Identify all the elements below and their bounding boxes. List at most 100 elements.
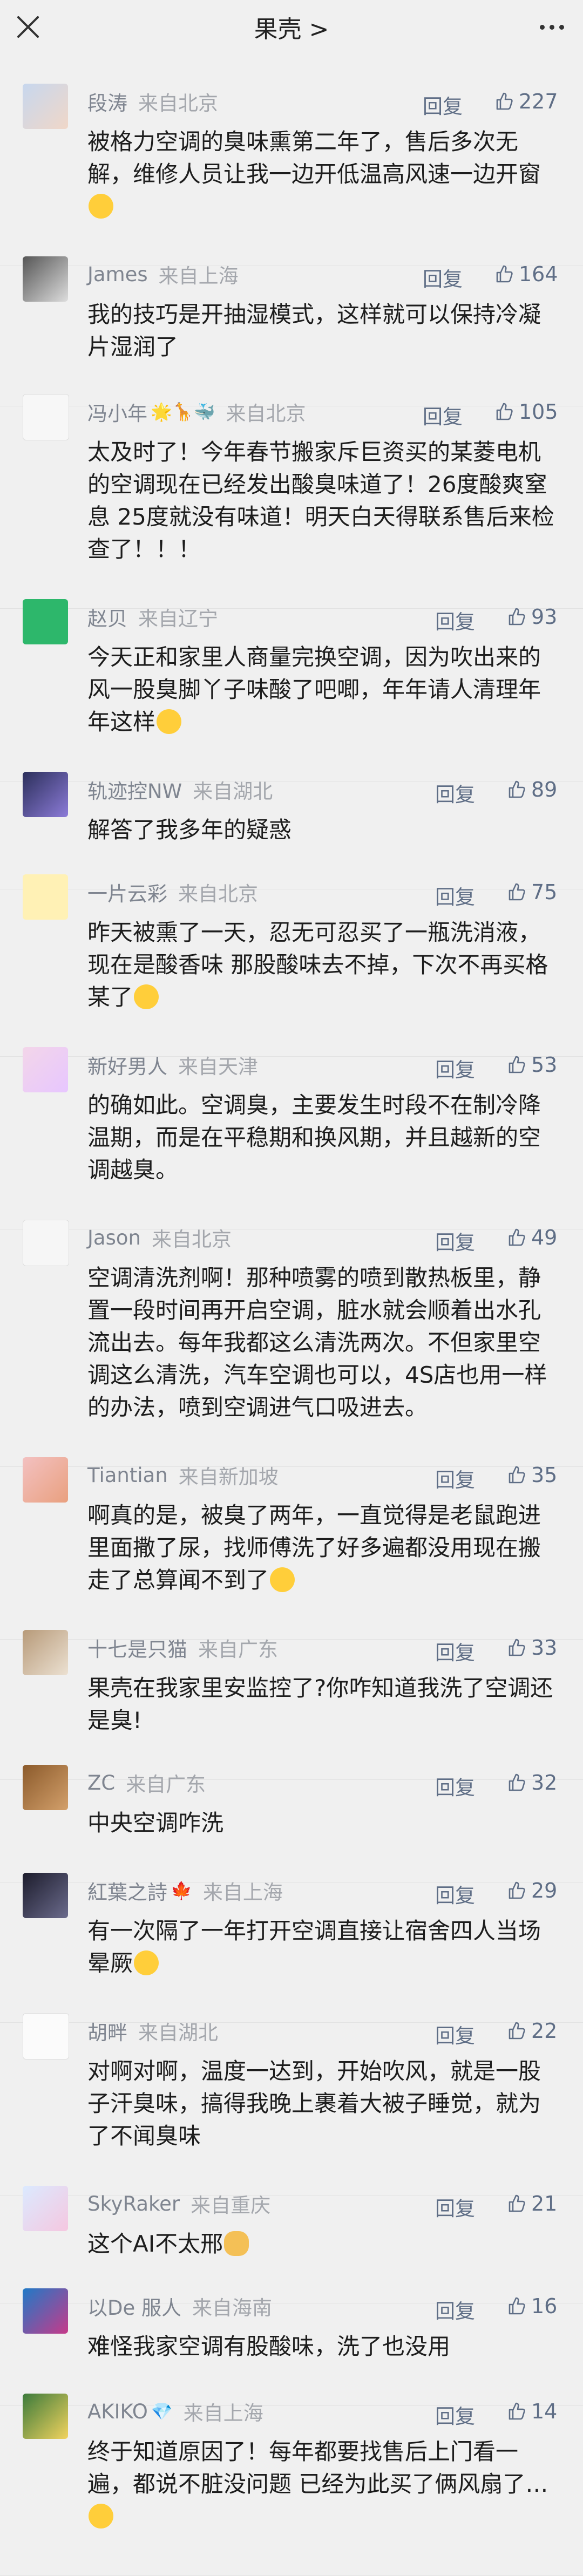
- avatar[interactable]: [23, 84, 68, 129]
- author-name[interactable]: 以De 服人: [87, 2292, 181, 2321]
- comment-meta: 段涛 来自北京: [87, 88, 218, 115]
- author-name[interactable]: AKIKO: [87, 2400, 148, 2423]
- like-button[interactable]: 75: [505, 879, 557, 906]
- like-button[interactable]: 49: [505, 1224, 557, 1251]
- comment-text: 的确如此。空调臭，主要发生时段不在制冷降温期，而是在平稳期和换风期，并且越新的空…: [87, 1089, 560, 1186]
- comment-meta: SkyRaker 来自重庆: [87, 2190, 270, 2218]
- location-label: 来自上海: [202, 1881, 283, 1904]
- reply-button[interactable]: 回复: [435, 2400, 475, 2429]
- reply-button[interactable]: 回复: [423, 263, 463, 292]
- comment-body: 空调清洗剂啊！那种喷雾的喷到散热板里，静置一段时间再开启空调，脏水就会顺着出水孔…: [87, 1265, 547, 1420]
- avatar[interactable]: [23, 2013, 69, 2060]
- avatar[interactable]: [23, 599, 68, 644]
- avatar[interactable]: [23, 1765, 68, 1810]
- reply-button[interactable]: 回复: [435, 1226, 475, 1255]
- like-button[interactable]: 227: [493, 88, 558, 115]
- reply-button[interactable]: 回复: [435, 2020, 475, 2049]
- author-name[interactable]: Jason: [87, 1226, 141, 1249]
- comment-text: 太及时了！今年春节搬家斥巨资买的某菱电机的空调现在已经发出酸臭味道了！26度酸爽…: [87, 436, 560, 566]
- like-button[interactable]: 14: [505, 2398, 557, 2425]
- author-name[interactable]: 赵贝: [87, 602, 127, 631]
- author-name[interactable]: 段涛: [87, 87, 127, 116]
- crying-face-icon: [89, 2504, 113, 2529]
- comment-item: 轨迹控NW 来自湖北 回复 89 解答了我多年的疑惑: [0, 772, 583, 889]
- like-button[interactable]: 105: [493, 398, 558, 425]
- like-icon: [509, 2022, 525, 2040]
- reply-button[interactable]: 回复: [435, 2295, 475, 2324]
- crying-face-icon: [134, 984, 159, 1009]
- like-button[interactable]: 53: [505, 1051, 557, 1078]
- comment-item: 赵贝 来自辽宁 回复 93 今天正和家里人商量完换空调，因为吹出来的风一股臭脚丫子味酸了…: [0, 599, 583, 781]
- like-icon: [509, 608, 525, 626]
- avatar[interactable]: [23, 256, 68, 302]
- avatar[interactable]: [23, 1047, 68, 1092]
- like-button[interactable]: 32: [505, 1769, 557, 1796]
- close-icon[interactable]: [13, 12, 43, 42]
- author-name[interactable]: 一片云彩: [87, 878, 167, 907]
- avatar[interactable]: [23, 1873, 68, 1918]
- like-button[interactable]: 21: [505, 2190, 557, 2217]
- reply-button[interactable]: 回复: [423, 90, 463, 119]
- author-emblem-icon: 🌟🦒🐳: [151, 402, 215, 422]
- author-name[interactable]: ZC: [87, 1771, 115, 1795]
- reply-button[interactable]: 回复: [435, 778, 475, 807]
- author-name[interactable]: James: [87, 263, 148, 286]
- reply-button[interactable]: 回复: [435, 1771, 475, 1800]
- avatar[interactable]: [23, 1457, 68, 1503]
- avatar[interactable]: [23, 394, 69, 440]
- reply-button[interactable]: 回复: [435, 1464, 475, 1493]
- avatar[interactable]: [23, 2186, 68, 2231]
- comment-body: 对啊对啊，温度一达到，开始吹风，就是一股子汗臭味，搞得我晚上裹着大被子睡觉，就为…: [87, 2058, 541, 2149]
- comment-body: 这个AI不太邢: [87, 2231, 223, 2257]
- comment-item: 一片云彩 来自北京 回复 75 昨天被熏了一天，忍无可忍买了一瓶洗消液，现在是酸香味 那…: [0, 874, 583, 1057]
- like-button[interactable]: 29: [505, 1877, 557, 1904]
- like-button[interactable]: 35: [505, 1462, 557, 1488]
- like-button[interactable]: 33: [505, 1634, 557, 1661]
- author-name[interactable]: 轨迹控NW: [87, 775, 182, 804]
- avatar[interactable]: [23, 1630, 68, 1675]
- comment-item: 新好男人 来自天津 回复 53 的确如此。空调臭，主要发生时段不在制冷降温期，而是在平稳…: [0, 1047, 583, 1229]
- more-options-icon[interactable]: [535, 13, 568, 41]
- avatar[interactable]: [23, 874, 68, 920]
- comment-body: 被格力空调的臭味熏第二年了，售后多次无解，维修人员让我一边开低温高风速一边开窗: [87, 128, 541, 187]
- comment-meta: 胡畔 来自湖北: [87, 2017, 218, 2044]
- like-count: 227: [519, 90, 558, 113]
- author-name[interactable]: 十七是只猫: [87, 1633, 187, 1662]
- reply-button[interactable]: 回复: [423, 400, 463, 430]
- like-button[interactable]: 22: [505, 2017, 557, 2044]
- like-button[interactable]: 16: [505, 2293, 557, 2320]
- like-button[interactable]: 93: [505, 603, 557, 630]
- author-name[interactable]: 冯小年: [87, 397, 147, 426]
- author-name[interactable]: SkyRaker: [87, 2192, 180, 2215]
- author-name[interactable]: 新好男人: [87, 1050, 167, 1079]
- reply-button[interactable]: 回复: [435, 1053, 475, 1083]
- author-name[interactable]: 紅葉之詩: [87, 1876, 167, 1905]
- top-bar: 果壳 >: [0, 0, 583, 54]
- like-button[interactable]: 89: [505, 776, 557, 803]
- avatar[interactable]: [23, 2288, 68, 2334]
- avatar[interactable]: [23, 1220, 69, 1266]
- comment-text: 被格力空调的臭味熏第二年了，售后多次无解，维修人员让我一边开低温高风速一边开窗: [87, 126, 560, 223]
- reply-button[interactable]: 回复: [435, 606, 475, 635]
- like-count: 14: [531, 2400, 558, 2423]
- reply-button[interactable]: 回复: [435, 2192, 475, 2221]
- like-icon: [509, 1881, 525, 1899]
- comment-item: ZC 来自广东 回复 32 中央空调咋洗: [0, 1765, 583, 1882]
- like-icon: [509, 1056, 525, 1073]
- like-button[interactable]: 164: [493, 261, 558, 288]
- reply-button[interactable]: 回复: [435, 1636, 475, 1666]
- reply-button[interactable]: 回复: [435, 1879, 475, 1908]
- author-name[interactable]: Tiantian: [87, 1464, 168, 1487]
- like-count: 164: [519, 262, 558, 286]
- comment-item: 紅葉之詩 🍁 来自上海 回复 29 有一次隔了一年打开空调直接让宿舍四人当场晕厥: [0, 1873, 583, 2023]
- location-label: 来自辽宁: [138, 607, 218, 630]
- avatar[interactable]: [23, 772, 68, 817]
- comment-meta: Jason 来自北京: [87, 1224, 232, 1252]
- comment-body: 难怪我家空调有股酸味，洗了也没用: [87, 2333, 451, 2360]
- page-title[interactable]: 果壳 >: [254, 10, 329, 44]
- avatar[interactable]: [23, 2394, 68, 2439]
- reply-button[interactable]: 回复: [435, 881, 475, 910]
- author-name[interactable]: 胡畔: [87, 2016, 127, 2045]
- comment-item: AKIKO 💎 来自上海 回复 14 终于知道原因了！每年都要找售后上门看一遍，都说不脏没…: [0, 2394, 583, 2576]
- comment-body: 果壳在我家里安监控了?你咋知道我洗了空调还是臭!: [87, 1675, 553, 1734]
